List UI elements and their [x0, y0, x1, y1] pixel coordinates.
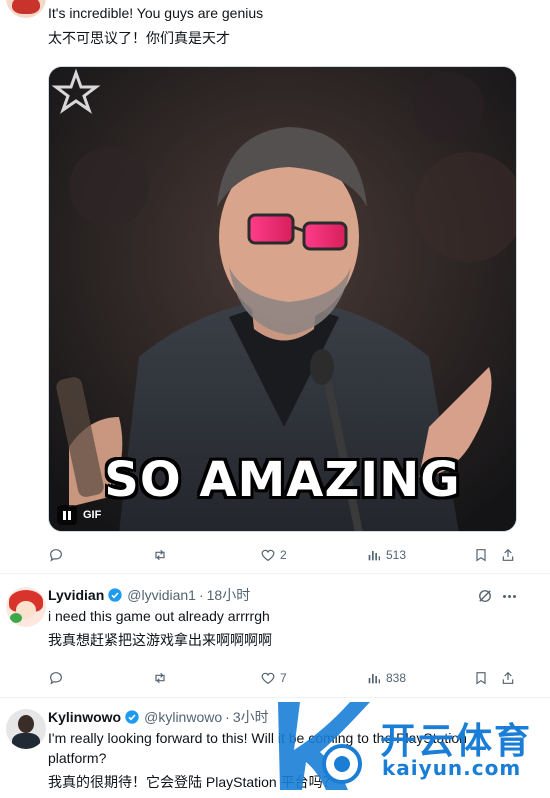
reply-text-en: i need this game out already arrrrgh: [48, 608, 270, 624]
display-name[interactable]: Lyvidian: [48, 587, 104, 603]
gif-caption: SO AMAZING: [104, 452, 461, 508]
reply-text-zh: 我真的很期待！它会登陆 PlayStation 平台吗？: [48, 774, 337, 790]
reply-actions: 7 838: [48, 668, 518, 688]
gif-media[interactable]: SO AMAZING GIF: [48, 66, 517, 532]
bookmark-icon: [476, 672, 486, 685]
display-name[interactable]: Kylinwowo: [48, 709, 121, 725]
views-count: 838: [386, 671, 407, 685]
bookmark-icon: [476, 549, 486, 562]
views-count: 513: [386, 548, 407, 562]
tweet-text-zh: 太不可思议了！你们真是天才: [48, 30, 230, 46]
tweet-actions: 2 513: [48, 545, 518, 565]
share-button[interactable]: [500, 668, 516, 688]
reply-icon: [50, 672, 62, 685]
share-icon: [502, 671, 514, 684]
separator: ·: [225, 709, 230, 725]
tweet-text-en: It's incredible! You guys are genius: [48, 5, 264, 21]
share-button[interactable]: [500, 545, 516, 565]
grok-icon[interactable]: [476, 587, 494, 605]
views-icon: [368, 674, 380, 684]
verified-badge-icon: [108, 588, 122, 602]
share-icon: [502, 548, 514, 561]
retweet-button[interactable]: [152, 668, 172, 688]
bookmark-button[interactable]: [473, 668, 489, 688]
pause-icon[interactable]: [57, 505, 77, 525]
reply-text-zh: 我真想赶紧把这游戏拿出来啊啊啊啊: [48, 632, 272, 648]
avatar[interactable]: [6, 0, 46, 18]
reply-text-en-line1: I'm really looking forward to this! Will…: [48, 730, 467, 746]
avatar[interactable]: [6, 587, 46, 627]
heart-icon: [261, 672, 275, 685]
like-count: 7: [280, 671, 287, 685]
gif-controls[interactable]: GIF: [57, 505, 101, 525]
tweet-header: Lyvidian @lyvidian1 · 18小时: [48, 585, 250, 605]
retweet-icon: [155, 672, 165, 684]
user-handle[interactable]: @lyvidian1: [127, 587, 196, 603]
retweet-icon: [155, 549, 165, 561]
verified-badge-icon: [125, 710, 139, 724]
watermark-url: kaiyun.com: [382, 756, 522, 780]
separator: ·: [198, 587, 204, 603]
tweet-header: Kylinwowo @kylinwowo · 3小时: [48, 707, 269, 727]
reply-icon: [50, 549, 62, 562]
views-icon: [368, 551, 380, 561]
heart-icon: [261, 549, 275, 562]
timestamp[interactable]: 18小时: [207, 585, 251, 605]
views-button[interactable]: 513: [366, 545, 406, 565]
timestamp[interactable]: 3小时: [233, 707, 269, 727]
avatar[interactable]: [6, 709, 46, 749]
gif-badge: GIF: [83, 509, 102, 521]
user-handle[interactable]: @kylinwowo: [144, 709, 222, 725]
divider: [0, 697, 550, 698]
bookmark-button[interactable]: [473, 545, 489, 565]
like-button[interactable]: 7: [260, 668, 287, 688]
reply-text-en-line2: platform?: [48, 750, 107, 766]
more-options-icon[interactable]: [500, 587, 518, 605]
retweet-button[interactable]: [152, 545, 172, 565]
like-count: 2: [280, 548, 287, 562]
like-button[interactable]: 2: [260, 545, 287, 565]
divider: [0, 573, 550, 574]
views-button[interactable]: 838: [366, 668, 406, 688]
reply-button[interactable]: [48, 668, 68, 688]
reply-button[interactable]: [48, 545, 68, 565]
